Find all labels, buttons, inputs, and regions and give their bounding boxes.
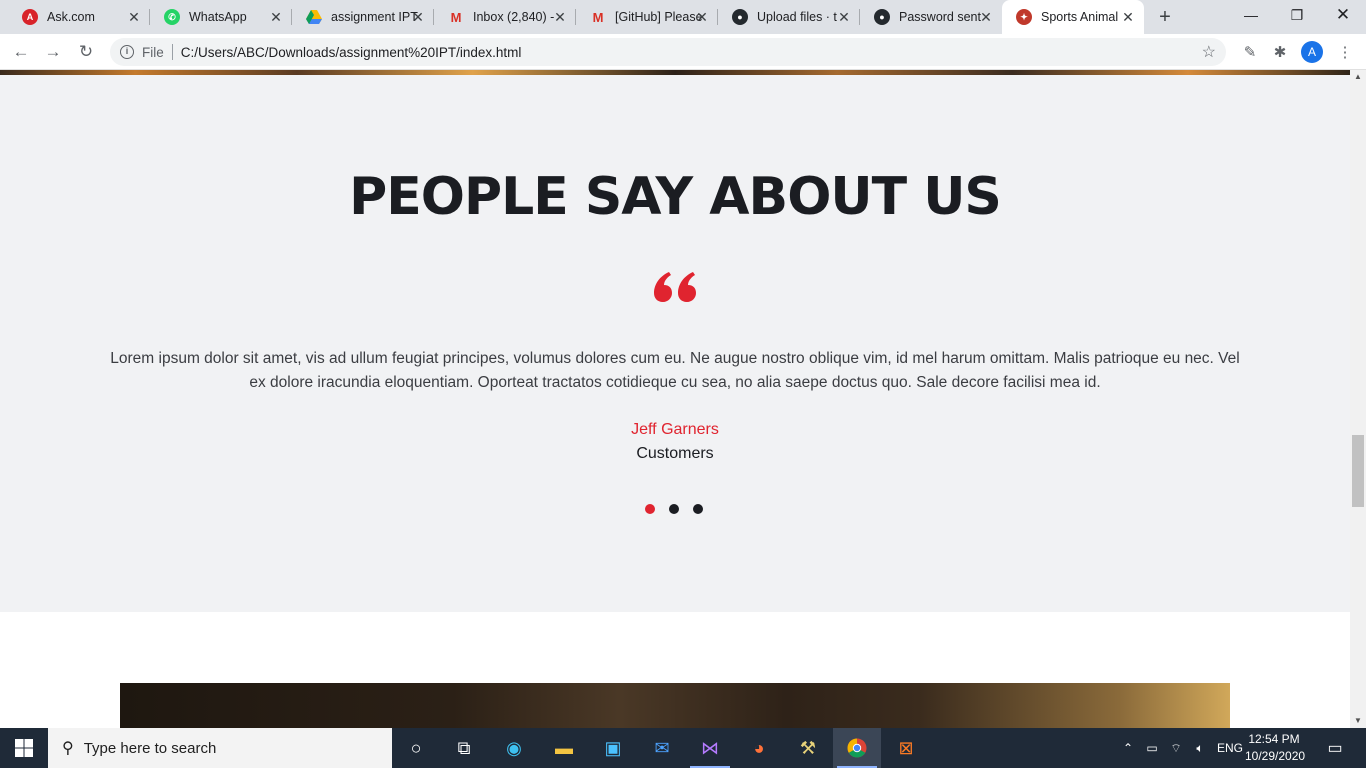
cortana-icon[interactable]: ○ [392, 728, 440, 768]
profile-avatar[interactable]: A [1301, 41, 1323, 63]
edge-icon[interactable]: ◉ [490, 728, 538, 768]
forward-button[interactable]: → [41, 40, 65, 64]
firefox-icon[interactable]: ◕ [735, 728, 783, 768]
close-icon[interactable]: ✕ [410, 9, 426, 25]
visual-studio-icon[interactable]: ⋈ [686, 728, 734, 768]
close-icon[interactable]: ✕ [1120, 9, 1136, 25]
scroll-down-arrow-icon[interactable]: ▼ [1350, 714, 1366, 728]
tab-inbox[interactable]: M Inbox (2,840) - ✕ [434, 0, 576, 34]
xampp-icon[interactable]: ⊠ [882, 728, 930, 768]
quote-icon [654, 272, 696, 302]
slider-dots [645, 504, 703, 514]
gmail-icon: M [592, 9, 604, 25]
page-viewport: PEOPLE SAY ABOUT US Lorem ipsum dolor si… [0, 70, 1350, 728]
back-button[interactable]: ← [9, 40, 33, 64]
search-icon: ⚲ [62, 740, 74, 757]
tab-strip: A Ask.com ✕ ✆ WhatsApp ✕ assignment IPT … [0, 0, 1366, 34]
github-icon: ● [732, 9, 748, 25]
notifications-icon[interactable]: ▭ [1320, 728, 1350, 768]
browser-toolbar: ← → ↻ i File C:/Users/ABC/Downloads/assi… [0, 34, 1366, 70]
new-tab-button[interactable]: + [1153, 5, 1177, 29]
slider-dot-1[interactable] [645, 504, 655, 514]
volume-icon[interactable]: 🔈︎ [1190, 728, 1210, 768]
taskbar-clock[interactable]: 12:54 PM 10/29/2020 [1245, 731, 1306, 765]
next-section-image [120, 683, 1230, 728]
info-icon[interactable]: i [120, 45, 134, 59]
reload-button[interactable]: ↻ [74, 40, 98, 64]
close-icon[interactable]: ✕ [836, 9, 852, 25]
address-bar[interactable]: i File C:/Users/ABC/Downloads/assignment… [110, 38, 1226, 66]
battery-icon[interactable]: ▭ [1143, 728, 1161, 768]
clock-date: 10/29/2020 [1245, 749, 1306, 763]
gmail-icon: M [450, 9, 462, 25]
section-heading: PEOPLE SAY ABOUT US [349, 167, 1002, 227]
testimonials-section: PEOPLE SAY ABOUT US Lorem ipsum dolor si… [0, 75, 1350, 612]
tool-icon[interactable]: ⚒ [784, 728, 832, 768]
file-explorer-icon[interactable]: ▬ [540, 728, 588, 768]
tab-assignment[interactable]: assignment IPT ✕ [292, 0, 434, 34]
tab-upload-files[interactable]: ● Upload files · t ✕ [718, 0, 860, 34]
testimonial-role: Customers [636, 445, 714, 462]
task-view-icon[interactable]: ⧉ [440, 728, 488, 768]
restore-button[interactable]: ❐ [1274, 0, 1320, 30]
tab-whatsapp[interactable]: ✆ WhatsApp ✕ [150, 0, 292, 34]
close-icon[interactable]: ✕ [268, 9, 284, 25]
windows-taskbar: ⚲ Type here to search ○ ⧉ ◉ ▬ ▣ ✉ ⋈ ◕ ⚒ … [0, 728, 1366, 768]
scheme-label: File [142, 44, 164, 60]
url-text[interactable]: C:/Users/ABC/Downloads/assignment%20IPT/… [181, 45, 522, 60]
store-icon[interactable]: ▣ [589, 728, 637, 768]
ask-icon: A [22, 9, 38, 25]
language-indicator[interactable]: ENG [1214, 728, 1246, 768]
tab-github-mail[interactable]: M [GitHub] Please ✕ [576, 0, 718, 34]
tab-ask[interactable]: A Ask.com ✕ [8, 0, 150, 34]
clock-time: 12:54 PM [1248, 732, 1300, 746]
mail-icon[interactable]: ✉ [638, 728, 686, 768]
show-hidden-icons-icon[interactable]: ⌃ [1120, 728, 1136, 768]
slider-dot-3[interactable] [693, 504, 703, 514]
chrome-icon[interactable] [833, 728, 881, 768]
scroll-up-arrow-icon[interactable]: ▲ [1350, 70, 1366, 84]
windows-logo-icon [15, 739, 33, 757]
github-icon: ● [874, 9, 890, 25]
start-button[interactable] [0, 728, 48, 768]
slider-dot-2[interactable] [669, 504, 679, 514]
close-icon[interactable]: ✕ [978, 9, 994, 25]
menu-kebab-icon[interactable]: ⋮ [1334, 41, 1356, 63]
close-icon[interactable]: ✕ [694, 9, 710, 25]
page-scrollbar[interactable]: ▲ ▼ [1350, 70, 1366, 728]
taskbar-search-box[interactable]: ⚲ Type here to search [48, 728, 392, 768]
close-window-button[interactable]: ✕ [1320, 0, 1366, 30]
close-icon[interactable]: ✕ [552, 9, 568, 25]
extension-pen-icon[interactable]: ✎ [1239, 41, 1261, 63]
google-drive-icon [306, 9, 322, 25]
minimize-button[interactable]: ― [1228, 0, 1274, 30]
testimonial-text: Lorem ipsum dolor sit amet, vis ad ullum… [110, 350, 1240, 391]
bookmark-star-icon[interactable]: ☆ [1202, 42, 1216, 62]
close-icon[interactable]: ✕ [126, 9, 142, 25]
extensions-puzzle-icon[interactable]: ✱ [1269, 41, 1291, 63]
wifi-icon[interactable]: ⌔ [1167, 728, 1185, 768]
whatsapp-icon: ✆ [164, 9, 180, 25]
sports-animal-icon: ✦ [1016, 9, 1032, 25]
testimonial-author: Jeff Garners [631, 421, 719, 438]
search-placeholder: Type here to search [83, 739, 217, 757]
tab-password-sent[interactable]: ● Password sent ✕ [860, 0, 1002, 34]
tab-sports-animal[interactable]: ✦ Sports Animal ✕ [1002, 0, 1144, 34]
scroll-thumb[interactable] [1352, 435, 1364, 507]
